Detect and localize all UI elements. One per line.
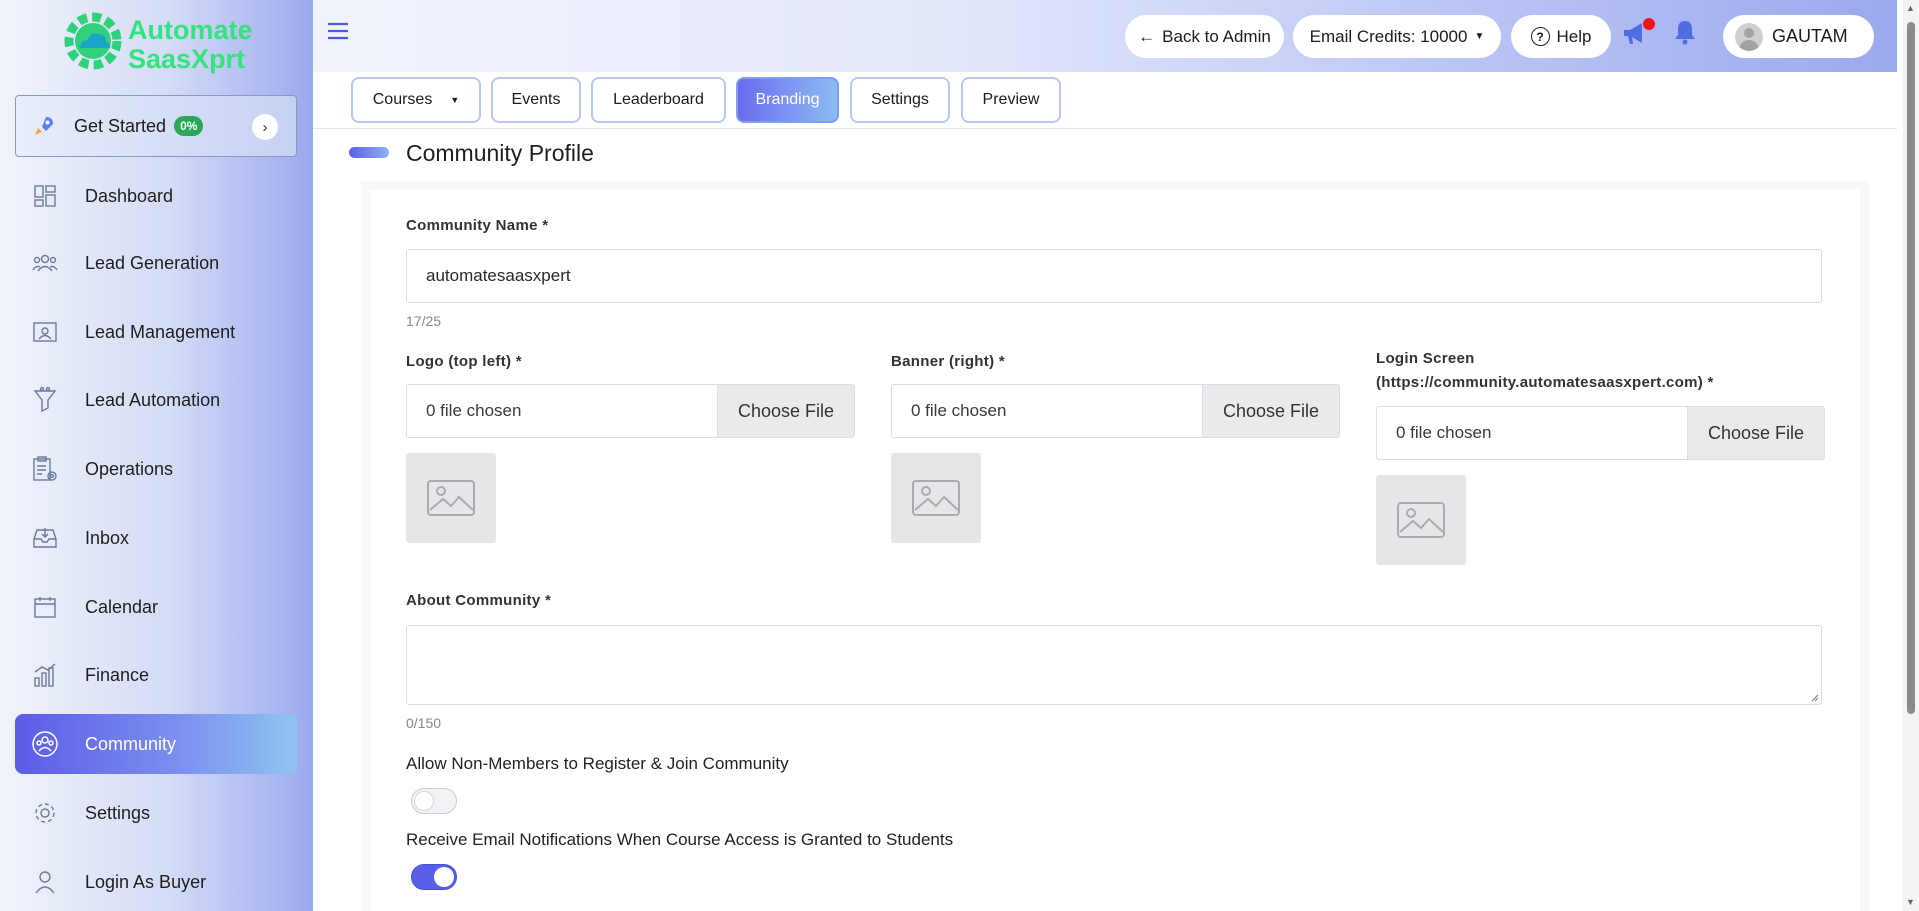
community-name-label: Community Name *	[406, 217, 549, 234]
get-started-label: Get Started	[74, 115, 167, 136]
sidebar-item-label: Settings	[85, 802, 151, 823]
login-screen-file-name: 0 file chosen	[1396, 423, 1492, 442]
bell-icon[interactable]	[1674, 19, 1696, 45]
image-placeholder-icon	[912, 480, 960, 516]
allow-non-members-toggle[interactable]	[411, 788, 457, 814]
login-screen-file-input[interactable]: 0 file chosen Choose File	[1376, 406, 1825, 460]
tab-events[interactable]: Events	[491, 77, 581, 123]
back-to-admin-button[interactable]: ← Back to Admin	[1125, 15, 1284, 58]
sidebar-item-lead-generation[interactable]: Lead Generation	[15, 233, 297, 293]
logo-label: Logo (top left) *	[406, 353, 522, 370]
top-header: ← Back to Admin Email Credits: 10000 ▼ ?…	[313, 0, 1897, 72]
clipboard-gear-icon	[31, 455, 59, 483]
tab-courses[interactable]: Courses ▼	[351, 77, 481, 123]
sidebar-item-label: Calendar	[85, 596, 159, 617]
rocket-icon	[35, 117, 53, 135]
community-name-counter: 17/25	[406, 313, 442, 329]
tab-settings[interactable]: Settings	[850, 77, 950, 123]
sidebar-item-settings[interactable]: Settings	[15, 783, 297, 843]
notification-dot	[1643, 18, 1655, 30]
caret-down-icon: ▼	[450, 95, 460, 105]
id-card-icon	[31, 318, 59, 346]
banner-preview-image	[891, 453, 981, 543]
login-screen-choose-file-button[interactable]: Choose File	[1687, 407, 1824, 459]
login-screen-preview-image	[1376, 475, 1466, 565]
sidebar-item-label: Lead Automation	[85, 389, 221, 410]
chevron-right-icon[interactable]: ›	[252, 114, 278, 140]
banner-file-input[interactable]: 0 file chosen Choose File	[891, 384, 1340, 438]
about-community-textarea[interactable]	[406, 625, 1822, 705]
hamburger-menu-icon[interactable]	[327, 22, 349, 40]
page-title: Community Profile	[406, 140, 594, 166]
calendar-icon	[31, 593, 59, 621]
allow-non-members-label: Allow Non-Members to Register & Join Com…	[406, 754, 789, 773]
sidebar-item-finance[interactable]: Finance	[15, 645, 297, 705]
dashboard-icon	[31, 182, 59, 210]
sidebar-item-login-as-buyer[interactable]: Login As Buyer	[15, 852, 297, 911]
help-button[interactable]: ? Help	[1511, 15, 1611, 58]
sidebar-item-community[interactable]: Community	[15, 714, 297, 774]
sidebar: Automate SaasXprt Get Started 0% › Dashb…	[0, 0, 313, 911]
about-community-label: About Community *	[406, 592, 552, 609]
email-notifications-label: Receive Email Notifications When Course …	[406, 830, 954, 849]
sidebar-item-label: Lead Generation	[85, 252, 220, 273]
brand-logo[interactable]: Automate SaasXprt	[60, 8, 260, 74]
sidebar-item-dashboard[interactable]: Dashboard	[15, 166, 297, 226]
scroll-down-arrow-icon[interactable]: ▼	[1906, 897, 1915, 907]
tab-leaderboard[interactable]: Leaderboard	[591, 77, 726, 123]
gear-cloud-logo-icon	[64, 12, 122, 70]
banner-choose-file-button[interactable]: Choose File	[1202, 385, 1339, 437]
sidebar-item-operations[interactable]: Operations	[15, 439, 297, 499]
brand-name: Automate SaasXprt	[128, 15, 253, 74]
logo-preview-image	[406, 453, 496, 543]
get-started-button[interactable]: Get Started 0% ›	[15, 95, 297, 157]
arrow-left-icon: ←	[1138, 26, 1156, 46]
image-placeholder-icon	[427, 480, 475, 516]
sidebar-item-label: Finance	[85, 664, 150, 685]
resize-handle-icon[interactable]	[1809, 692, 1819, 702]
community-icon	[31, 730, 59, 758]
tab-preview[interactable]: Preview	[961, 77, 1061, 123]
sidebar-item-label: Dashboard	[85, 185, 174, 206]
inbox-icon	[31, 524, 59, 552]
user-icon	[31, 868, 59, 896]
users-icon	[31, 249, 59, 277]
gear-icon	[31, 799, 59, 827]
email-credits-dropdown[interactable]: Email Credits: 10000 ▼	[1293, 15, 1501, 58]
banner-file-name: 0 file chosen	[911, 401, 1007, 420]
sidebar-item-label: Community	[85, 733, 177, 754]
sidebar-item-lead-automation[interactable]: Lead Automation	[15, 370, 297, 430]
sidebar-item-label: Inbox	[85, 527, 130, 548]
finance-chart-icon	[31, 661, 59, 689]
funnel-icon	[31, 386, 59, 414]
image-placeholder-icon	[1397, 502, 1445, 538]
sidebar-item-label: Login As Buyer	[85, 871, 207, 892]
logo-file-input[interactable]: 0 file chosen Choose File	[406, 384, 855, 438]
section-accent-bar	[349, 147, 389, 158]
banner-label: Banner (right) *	[891, 353, 1005, 370]
community-name-input[interactable]: automatesaasxpert	[406, 249, 1822, 303]
email-notifications-toggle[interactable]	[411, 864, 457, 890]
caret-down-icon: ▼	[1474, 31, 1485, 42]
logo-choose-file-button[interactable]: Choose File	[717, 385, 854, 437]
user-name: GAUTAM	[1772, 26, 1848, 46]
sidebar-item-inbox[interactable]: Inbox	[15, 508, 297, 568]
sidebar-item-label: Lead Management	[85, 321, 236, 342]
scroll-up-arrow-icon[interactable]: ▲	[1906, 3, 1915, 13]
sidebar-item-label: Operations	[85, 458, 174, 479]
scrollbar-thumb[interactable]	[1907, 22, 1915, 714]
logo-file-name: 0 file chosen	[426, 401, 522, 420]
megaphone-icon[interactable]	[1621, 18, 1655, 48]
page-scrollbar[interactable]: ▲ ▼	[1903, 0, 1919, 911]
sidebar-item-calendar[interactable]: Calendar	[15, 577, 297, 637]
login-screen-label: Login Screen (https://community.automate…	[1376, 350, 1714, 391]
progress-badge: 0%	[174, 116, 204, 136]
tabs-bar: Courses ▼ Events Leaderboard Branding Se…	[313, 72, 1897, 129]
avatar	[1735, 22, 1763, 51]
sidebar-item-lead-management[interactable]: Lead Management	[15, 302, 297, 362]
about-community-counter: 0/150	[406, 715, 442, 731]
help-circle-icon: ?	[1530, 27, 1550, 46]
user-menu-button[interactable]: GAUTAM	[1723, 15, 1874, 58]
tab-branding[interactable]: Branding	[736, 77, 839, 123]
